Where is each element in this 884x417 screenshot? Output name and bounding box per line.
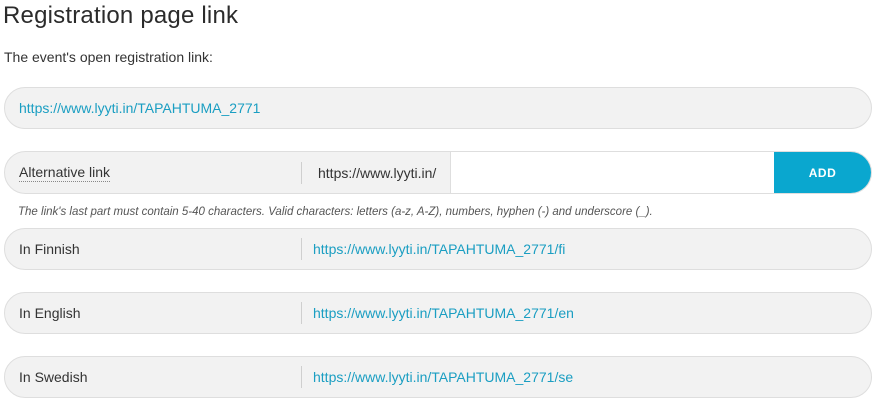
alternative-link-label[interactable]: Alternative link xyxy=(19,164,111,182)
language-link-english[interactable]: https://www.lyyti.in/TAPAHTUMA_2771/en xyxy=(313,305,574,321)
alternative-link-label-cell: Alternative link xyxy=(5,152,301,193)
alternative-link-hint: The link's last part must contain 5-40 c… xyxy=(18,206,653,218)
language-link-swedish[interactable]: https://www.lyyti.in/TAPAHTUMA_2771/se xyxy=(313,369,573,385)
add-button[interactable]: ADD xyxy=(774,152,871,193)
language-link-row-finnish: In Finnish https://www.lyyti.in/TAPAHTUM… xyxy=(4,228,872,270)
language-link-row-english: In English https://www.lyyti.in/TAPAHTUM… xyxy=(4,292,872,334)
alternative-link-input[interactable] xyxy=(450,152,774,193)
language-label: In Finnish xyxy=(19,241,80,257)
alternative-link-prefix: https://www.lyyti.in/ xyxy=(318,164,437,181)
language-label: In Swedish xyxy=(19,369,88,385)
separator xyxy=(301,302,302,324)
main-registration-link[interactable]: https://www.lyyti.in/TAPAHTUMA_2771 xyxy=(19,100,260,116)
main-registration-link-row: https://www.lyyti.in/TAPAHTUMA_2771 xyxy=(4,87,872,129)
page-title: Registration page link xyxy=(3,2,239,29)
separator xyxy=(301,366,302,388)
page-subtitle: The event's open registration link: xyxy=(4,49,213,65)
language-link-finnish[interactable]: https://www.lyyti.in/TAPAHTUMA_2771/fi xyxy=(313,241,565,257)
separator xyxy=(301,238,302,260)
alternative-link-row: Alternative link https://www.lyyti.in/ A… xyxy=(4,151,872,194)
language-label: In English xyxy=(19,305,81,321)
language-link-row-swedish: In Swedish https://www.lyyti.in/TAPAHTUM… xyxy=(4,356,872,398)
